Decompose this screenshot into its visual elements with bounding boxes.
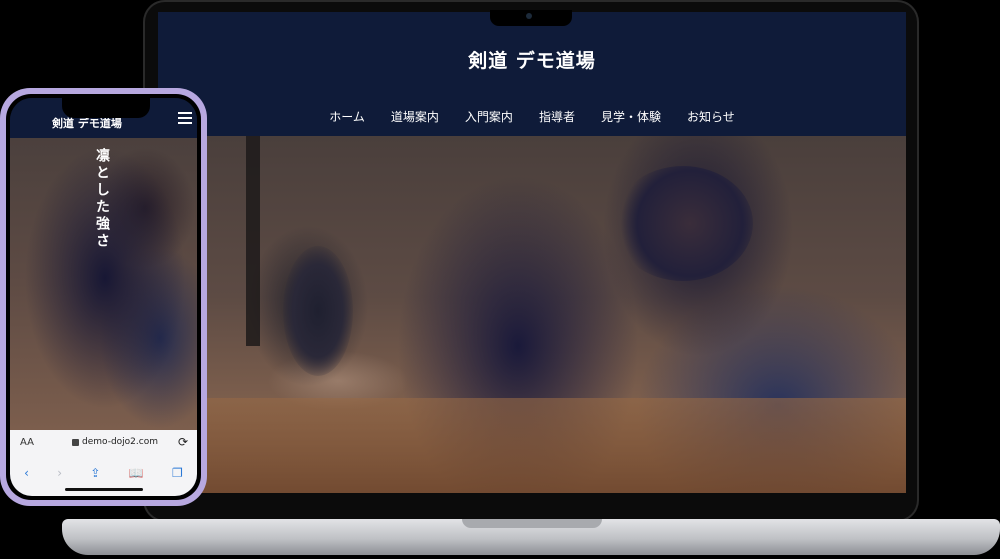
safari-tools: ‹ › ⇪ 📖 ❐: [10, 460, 197, 486]
address-bar[interactable]: AA demo-dojo2.com ⟳: [10, 430, 197, 456]
nav-enrollment[interactable]: 入門案内: [452, 108, 526, 125]
url-text[interactable]: demo-dojo2.com: [82, 437, 158, 447]
catch-copy: 凛とした強さ: [94, 148, 110, 250]
menu-icon[interactable]: [178, 112, 192, 126]
reader-settings-button[interactable]: AA: [20, 437, 34, 448]
nav-instructors[interactable]: 指導者: [526, 108, 588, 125]
laptop-notch: [490, 10, 572, 26]
phone-screen: 剣道 デモ道場 凛とした強さ AA demo-dojo2.com ⟳ ‹ › ⇪…: [10, 98, 197, 496]
safari-toolbar: AA demo-dojo2.com ⟳ ‹ › ⇪ 📖 ❐: [10, 430, 197, 496]
hero-image: [158, 136, 906, 493]
hero-floor: [158, 398, 906, 493]
kendo-men-mask: [613, 166, 753, 281]
reload-icon[interactable]: ⟳: [178, 435, 188, 449]
back-icon[interactable]: ‹: [24, 466, 29, 480]
nav-dojo-info[interactable]: 道場案内: [378, 108, 452, 125]
laptop-base: [62, 519, 1000, 555]
seated-person: [283, 246, 353, 376]
share-icon[interactable]: ⇪: [90, 466, 100, 480]
global-nav: ホーム 道場案内 入門案内 指導者 見学・体験 お知らせ: [158, 108, 906, 125]
site-header: 剣道 デモ道場 ホーム 道場案内 入門案内 指導者 見学・体験 お知らせ: [158, 12, 906, 136]
nav-home[interactable]: ホーム: [316, 108, 378, 125]
home-indicator: [65, 488, 143, 491]
trackpad-notch: [462, 519, 602, 528]
laptop-screen: 剣道 デモ道場 ホーム 道場案内 入門案内 指導者 見学・体験 お知らせ: [158, 12, 906, 493]
nav-trial[interactable]: 見学・体験: [588, 108, 674, 125]
bookmarks-icon[interactable]: 📖: [129, 466, 144, 480]
dynamic-island: [62, 98, 150, 118]
forward-icon[interactable]: ›: [57, 466, 62, 480]
nav-news[interactable]: お知らせ: [674, 108, 748, 125]
lock-icon: [72, 439, 79, 446]
site-title[interactable]: 剣道 デモ道場: [158, 46, 906, 73]
phone-frame: 剣道 デモ道場 凛とした強さ AA demo-dojo2.com ⟳ ‹ › ⇪…: [0, 88, 207, 506]
tabs-icon[interactable]: ❐: [172, 466, 183, 480]
phone-bezel: 剣道 デモ道場 凛とした強さ AA demo-dojo2.com ⟳ ‹ › ⇪…: [6, 94, 201, 500]
phone-hero-image: 凛とした強さ: [10, 138, 197, 430]
camera-icon: [526, 13, 532, 19]
hero-pillar: [246, 136, 260, 346]
